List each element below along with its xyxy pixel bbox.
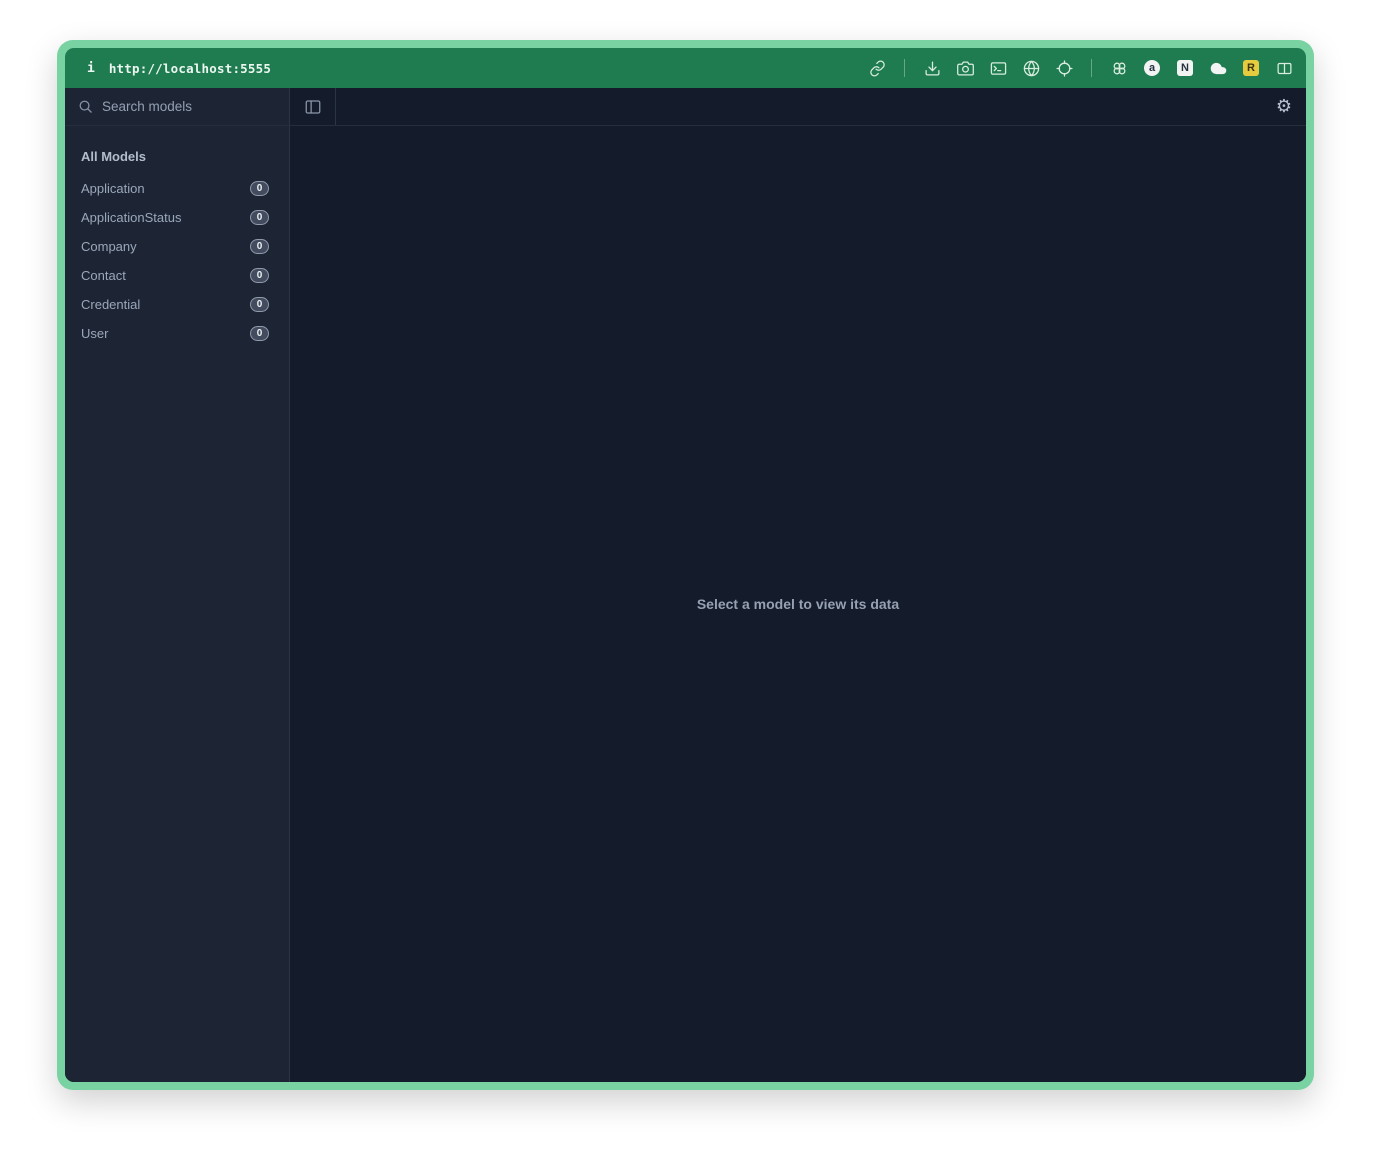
- split-view-icon[interactable]: [1274, 58, 1294, 78]
- browser-window: i http://localhost:5555: [57, 40, 1314, 1090]
- model-list-item[interactable]: Company 0: [65, 232, 289, 261]
- r-badge-glyph: R: [1243, 60, 1259, 76]
- browser-titlebar: i http://localhost:5555: [65, 48, 1306, 88]
- search-icon: [78, 99, 93, 114]
- titlebar-separator: [1091, 59, 1092, 77]
- models-sidebar: All Models Application 0 ApplicationStat…: [65, 126, 290, 1082]
- sidebar-title: All Models: [65, 140, 289, 174]
- model-list-item[interactable]: User 0: [65, 319, 289, 348]
- notion-glyph: N: [1177, 60, 1193, 76]
- model-name: Company: [81, 239, 137, 254]
- model-name: Credential: [81, 297, 140, 312]
- app-header: ⚙: [65, 88, 1306, 126]
- sidebar-toggle-button[interactable]: [290, 88, 336, 125]
- model-list-item[interactable]: Contact 0: [65, 261, 289, 290]
- terminal-icon[interactable]: [988, 58, 1008, 78]
- globe-icon[interactable]: [1021, 58, 1041, 78]
- sidebar-toggle-icon: [304, 98, 322, 116]
- url-text[interactable]: http://localhost:5555: [109, 61, 271, 76]
- model-name: ApplicationStatus: [81, 210, 181, 225]
- settings-gear-icon[interactable]: ⚙: [1276, 98, 1292, 116]
- model-name: Application: [81, 181, 145, 196]
- camera-icon[interactable]: [955, 58, 975, 78]
- model-count-badge: 0: [250, 326, 269, 341]
- link-icon[interactable]: [867, 58, 887, 78]
- model-count-badge: 0: [250, 297, 269, 312]
- titlebar-separator: [904, 59, 905, 77]
- model-name: User: [81, 326, 108, 341]
- cloud-icon[interactable]: [1208, 58, 1228, 78]
- window-body: i http://localhost:5555: [65, 48, 1306, 1082]
- search-input[interactable]: [102, 99, 276, 114]
- main-panel: Select a model to view its data: [290, 126, 1306, 1082]
- model-list: Application 0 ApplicationStatus 0 Compan…: [65, 174, 289, 348]
- clover-icon[interactable]: [1109, 58, 1129, 78]
- app-body: All Models Application 0 ApplicationStat…: [65, 126, 1306, 1082]
- address-area: i http://localhost:5555: [87, 61, 271, 76]
- model-list-item[interactable]: Application 0: [65, 174, 289, 203]
- model-list-item[interactable]: Credential 0: [65, 290, 289, 319]
- r-badge-icon[interactable]: R: [1241, 58, 1261, 78]
- studio-app: ⚙ All Models Application 0 ApplicationSt…: [65, 88, 1306, 1082]
- model-name: Contact: [81, 268, 126, 283]
- model-count-badge: 0: [250, 181, 269, 196]
- info-icon: i: [87, 61, 95, 76]
- header-actions: ⚙: [336, 88, 1306, 125]
- model-count-badge: 0: [250, 239, 269, 254]
- empty-state-message: Select a model to view its data: [697, 596, 899, 612]
- circle-letter-glyph: a: [1144, 60, 1160, 76]
- notion-icon[interactable]: N: [1175, 58, 1195, 78]
- model-list-item[interactable]: ApplicationStatus 0: [65, 203, 289, 232]
- download-icon[interactable]: [922, 58, 942, 78]
- titlebar-buttons: a N R: [867, 58, 1294, 78]
- model-count-badge: 0: [250, 210, 269, 225]
- crosshair-icon[interactable]: [1054, 58, 1074, 78]
- circle-letter-icon[interactable]: a: [1142, 58, 1162, 78]
- search-bar: [65, 88, 290, 125]
- model-count-badge: 0: [250, 268, 269, 283]
